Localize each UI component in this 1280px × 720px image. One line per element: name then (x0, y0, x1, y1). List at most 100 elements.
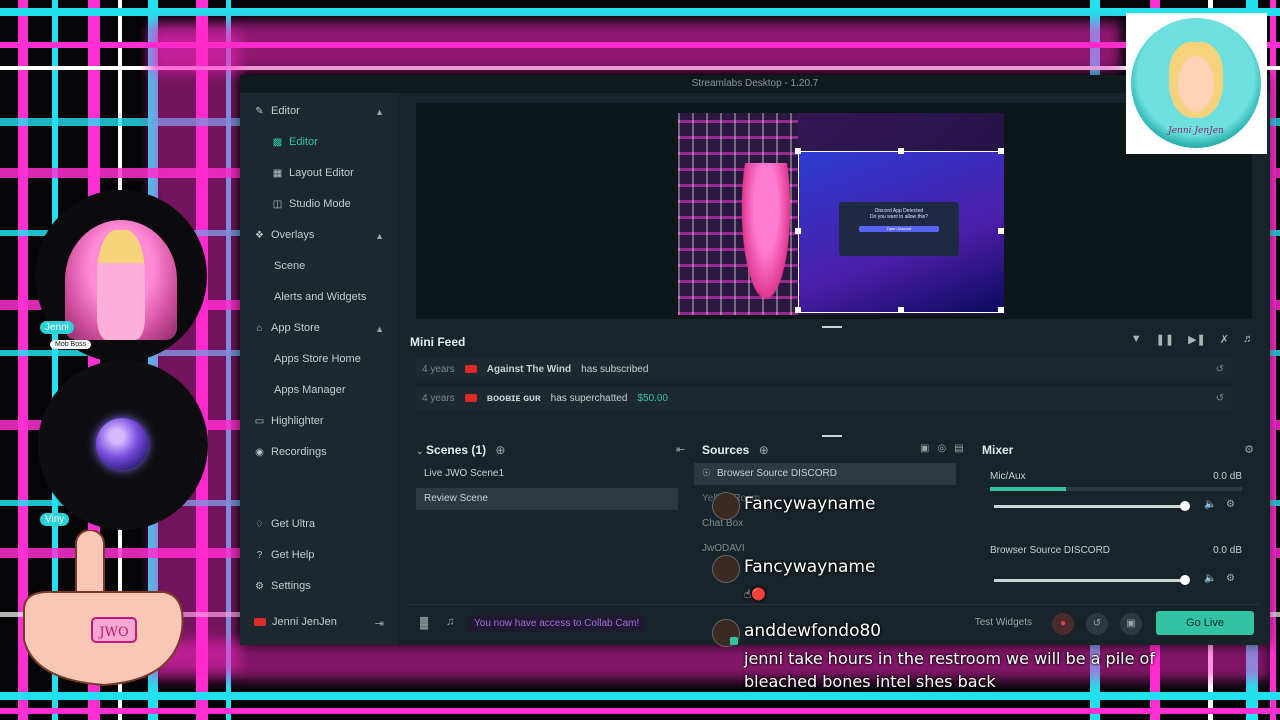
crystal-ball-icon (96, 418, 148, 470)
collab-cam-notice[interactable]: You now have access to Collab Cam! (468, 615, 646, 632)
scene-item[interactable]: Live JWO Scene1 (416, 463, 678, 485)
sidebar-item-studio-mode[interactable]: ◫ Studio Mode (272, 198, 351, 210)
sidebar-item-overlays[interactable]: ❖ Overlays (254, 229, 314, 241)
recordings-icon: ◉ (255, 446, 264, 458)
resize-handle[interactable] (795, 148, 801, 154)
scenes-title: ⌄ Scenes (1) ⊕ (416, 443, 506, 457)
feed-user: Against The Wind (486, 363, 572, 375)
chevron-up-icon[interactable]: ▲ (375, 324, 384, 334)
sidebar-item-label: Apps Manager (274, 384, 346, 396)
avatar-figure (97, 230, 145, 340)
sidebar-item-apps-store-home[interactable]: Apps Store Home (274, 353, 361, 365)
sidebar-item-editor-group[interactable]: ✎ Editor (254, 105, 299, 117)
discord-open-label: Open Discord (886, 226, 912, 231)
edit-icon: ✎ (255, 105, 264, 117)
mixer-channel: Browser Source DISCORD 0.0 dB 🔈 ⚙ (990, 545, 1242, 585)
folder-icon[interactable]: ▤ (954, 443, 963, 454)
feed-action: has subscribed (581, 363, 649, 375)
chat-text: jenni take hours in the restroom we will… (744, 649, 1155, 691)
overlays-icon: ❖ (255, 229, 264, 241)
resize-handle[interactable] (795, 307, 801, 313)
drag-bar[interactable] (822, 435, 842, 437)
gear-icon[interactable]: ⚙ (1226, 499, 1235, 510)
volume-meter (990, 487, 1242, 491)
feed-time: 4 years (422, 363, 455, 375)
role-tag: Mob Boss (50, 340, 92, 349)
speaker-icon[interactable]: 🔈 (1204, 573, 1216, 584)
sidebar-item-label: Settings (271, 580, 311, 592)
mixer-title: Mixer (982, 443, 1014, 457)
avatar (712, 492, 740, 520)
transition-icon[interactable]: ⇤ (676, 443, 685, 456)
resize-handle[interactable] (898, 307, 904, 313)
sources-toolbar: ▣ ◎ ▤ (920, 443, 964, 454)
volume-icon[interactable]: ♬ (1243, 333, 1254, 346)
replay-icon[interactable]: ↺ (1216, 393, 1224, 404)
add-scene-icon[interactable]: ⊕ (495, 443, 505, 457)
source-settings-icon[interactable]: ▣ (920, 443, 929, 454)
source-item[interactable]: ☉ Browser Source DISCORD (694, 463, 956, 485)
sidebar-item-alerts-widgets[interactable]: Alerts and Widgets (274, 291, 366, 303)
discord-open-button: Open Discord (859, 226, 939, 232)
screenshot-icon[interactable]: ▣ (1120, 613, 1142, 635)
source-filter-icon[interactable]: ◎ (937, 443, 946, 454)
slider-knob[interactable] (1180, 501, 1190, 511)
add-source-icon[interactable]: ⊕ (759, 443, 769, 457)
stats-icon[interactable]: ▓ (420, 617, 428, 629)
name-tag: Viny (40, 513, 70, 526)
studio-mode-icon: ◫ (272, 198, 283, 210)
ultra-icon: ♢ (255, 518, 264, 530)
gear-icon[interactable]: ⚙ (1244, 443, 1254, 456)
sidebar-item-editor[interactable]: ▩ Editor (272, 136, 318, 148)
sidebar-item-get-help[interactable]: ? Get Help (254, 549, 315, 561)
scene-item[interactable]: Review Scene (416, 488, 678, 510)
emote-icon: ☝🔴 (744, 587, 767, 601)
resize-handle[interactable] (998, 307, 1004, 313)
replay-buffer-icon[interactable]: ↺ (1086, 613, 1108, 635)
volume-slider[interactable] (994, 501, 1190, 511)
sidebar-item-label: Apps Store Home (274, 353, 361, 365)
notification-icon[interactable]: ♫ (446, 616, 454, 628)
sidebar-item-apps-manager[interactable]: Apps Manager (274, 384, 346, 396)
sidebar-item-recordings[interactable]: ◉ Recordings (254, 446, 327, 458)
sources-title: Sources ⊕ (702, 443, 769, 457)
resize-handle[interactable] (998, 148, 1004, 154)
chevron-up-icon[interactable]: ▲ (375, 231, 384, 241)
sidebar-item-scene[interactable]: Scene (274, 260, 305, 272)
filter-icon[interactable]: ▼ (1131, 333, 1142, 346)
drag-bar[interactable] (822, 326, 842, 328)
record-button[interactable]: ● (1052, 613, 1074, 635)
chevron-up-icon[interactable]: ▲ (375, 107, 384, 117)
sidebar-item-highlighter[interactable]: ▭ Highlighter (254, 415, 324, 427)
sidebar-item-label: Scene (274, 260, 306, 272)
slider-knob[interactable] (1180, 575, 1190, 585)
logo-text: Jenni JenJen (1168, 126, 1224, 136)
youtube-icon (464, 394, 477, 402)
browser-source-discord[interactable]: Discord App Detected Do you want to allo… (798, 151, 1004, 313)
feed-row: 4 years ʙᴏᴏʙɪᴇ ɢᴜʀ has superchatted $50.… (416, 387, 1232, 409)
sidebar-item-label: Jenni JenJen (272, 616, 337, 628)
sidebar-item-label: Get Help (271, 549, 315, 561)
sidebar-item-settings[interactable]: ⚙ Settings (254, 580, 311, 592)
go-live-button[interactable]: Go Live (1156, 611, 1254, 635)
gear-icon[interactable]: ⚙ (1226, 573, 1235, 584)
skip-icon[interactable]: ▶❚ (1188, 333, 1206, 346)
channel-name: Mic/Aux (990, 471, 1026, 482)
sidebar-item-get-ultra[interactable]: ♢ Get Ultra (254, 518, 315, 530)
speaker-icon[interactable]: 🔈 (1204, 499, 1216, 510)
ring-text: JWO (97, 625, 128, 640)
logout-icon[interactable]: ⇥ (375, 617, 384, 630)
sidebar-item-label: Layout Editor (289, 167, 354, 179)
test-widgets-button[interactable]: Test Widgets (975, 617, 1032, 628)
sidebar-item-app-store[interactable]: ⌂ App Store (254, 322, 319, 334)
streamer-avatar (35, 190, 207, 362)
sidebar-item-account[interactable]: Jenni JenJen (254, 616, 337, 628)
resize-handle[interactable] (795, 228, 801, 234)
replay-icon[interactable]: ↺ (1216, 364, 1224, 375)
resize-handle[interactable] (998, 228, 1004, 234)
pause-icon[interactable]: ❚❚ (1156, 333, 1174, 346)
sidebar-item-layout-editor[interactable]: ▦ Layout Editor (272, 167, 354, 179)
resize-handle[interactable] (898, 148, 904, 154)
volume-slider[interactable] (994, 575, 1190, 585)
mute-icon[interactable]: ✗ (1220, 333, 1229, 346)
